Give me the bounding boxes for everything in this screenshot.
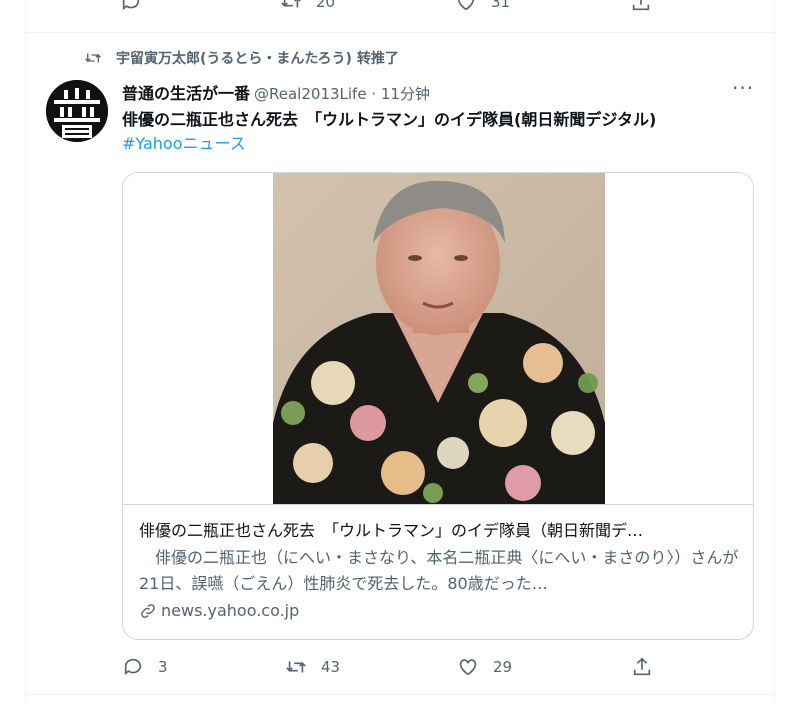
retweet-button[interactable]: 20 bbox=[280, 0, 335, 13]
more-options-button[interactable]: ··· bbox=[732, 78, 754, 98]
like-button[interactable]: 29 bbox=[457, 656, 512, 678]
column-border-left bbox=[25, 0, 26, 704]
reply-button[interactable]: 3 bbox=[122, 656, 168, 678]
heart-icon bbox=[457, 0, 475, 11]
reply-icon bbox=[122, 0, 140, 11]
card-title[interactable]: 俳優の二瓶正也さん死去 「ウルトラマン」のイデ隊員（朝日新聞デ… bbox=[139, 521, 739, 541]
column-border-right bbox=[774, 0, 775, 704]
reply-icon bbox=[124, 658, 142, 676]
avatar-logo-icon bbox=[46, 80, 108, 142]
link-card[interactable]: 俳優の二瓶正也さん死去 「ウルトラマン」のイデ隊員（朝日新聞デ… 俳優の二瓶正也… bbox=[122, 172, 754, 640]
retweet-icon bbox=[85, 53, 101, 63]
retweet-header[interactable]: 宇留寅万太郎(うるとら・まんたろう) 转推了 bbox=[84, 48, 399, 68]
reply-button[interactable] bbox=[120, 0, 142, 13]
retweet-icon bbox=[281, 0, 301, 8]
author-handle-time[interactable]: @Real2013Life · 11分钟 bbox=[254, 83, 430, 104]
link-icon bbox=[141, 603, 155, 618]
card-domain[interactable]: news.yahoo.co.jp bbox=[139, 601, 299, 620]
like-button[interactable]: 31 bbox=[455, 0, 510, 13]
reply-count: 3 bbox=[158, 658, 168, 676]
timeline: 20 31 宇留寅万太郎(うるとら・まんたろう) 转推了 普通の生活が一番 @R… bbox=[0, 0, 790, 704]
hashtag-link[interactable]: #Yahooニュース bbox=[122, 132, 246, 156]
card-domain-text: news.yahoo.co.jp bbox=[161, 601, 300, 620]
retweet-count: 43 bbox=[321, 658, 341, 676]
share-icon bbox=[632, 0, 650, 11]
retweet-header-text: 宇留寅万太郎(うるとら・まんたろう) 转推了 bbox=[116, 51, 399, 67]
card-media[interactable] bbox=[123, 173, 753, 504]
card-description: 俳優の二瓶正也（にへい・まさなり、本名二瓶正典〈にへい・まさのり〉）さんが21日… bbox=[139, 548, 739, 593]
tweet-divider bbox=[26, 32, 774, 33]
card-photo[interactable] bbox=[273, 173, 605, 504]
retweet-icon bbox=[286, 661, 306, 673]
retweet-button[interactable]: 43 bbox=[285, 656, 340, 678]
avatar[interactable] bbox=[46, 80, 108, 142]
like-count: 29 bbox=[493, 658, 513, 676]
previous-tweet-actions: 20 31 bbox=[120, 0, 660, 16]
heart-icon bbox=[459, 659, 477, 676]
card-divider bbox=[123, 504, 753, 505]
tweet-divider bbox=[26, 694, 774, 695]
tweet-header: 普通の生活が一番 @Real2013Life · 11分钟 bbox=[122, 80, 430, 104]
portrait-image bbox=[273, 173, 605, 504]
like-count: 31 bbox=[491, 0, 511, 11]
retweet-count: 20 bbox=[316, 0, 336, 11]
share-button[interactable] bbox=[630, 0, 652, 13]
share-icon bbox=[633, 657, 651, 676]
tweet-text: 俳優の二瓶正也さん死去 「ウルトラマン」のイデ隊員(朝日新聞デジタル) bbox=[122, 110, 657, 129]
author-name[interactable]: 普通の生活が一番 bbox=[122, 80, 250, 104]
share-button[interactable] bbox=[631, 656, 653, 678]
